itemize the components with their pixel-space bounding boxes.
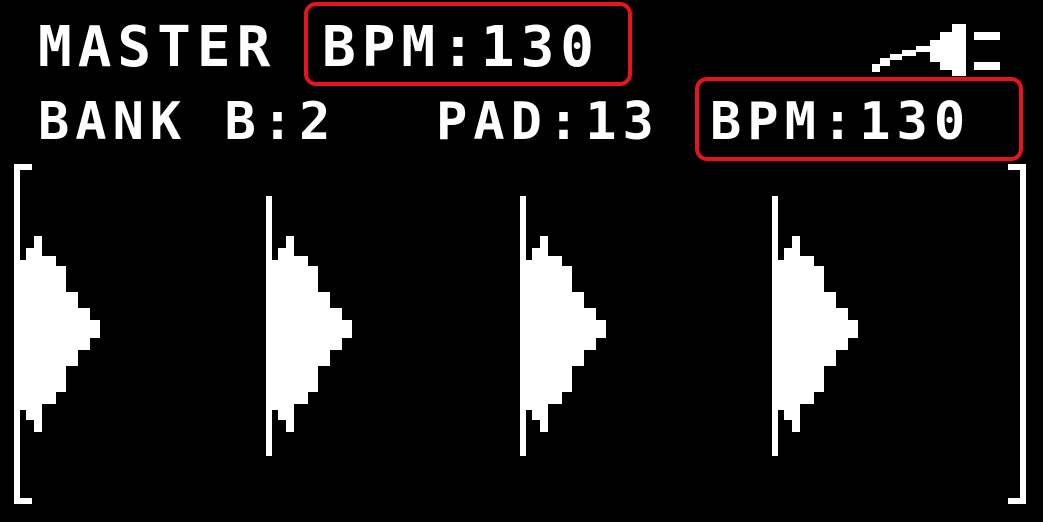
pad-bpm-highlight	[695, 77, 1023, 161]
sample-waveform	[14, 164, 1026, 504]
waveform-burst-2	[266, 196, 352, 456]
bank-label: BANK B:2	[38, 92, 337, 152]
pad-label: PAD:13	[436, 92, 660, 152]
waveform-burst-1	[14, 196, 100, 456]
waveform-right-bracket	[1008, 164, 1026, 504]
waveform-burst-4	[772, 196, 858, 456]
master-label: MASTER	[38, 15, 277, 80]
power-plug-icon	[872, 24, 1000, 76]
master-bpm-highlight	[304, 2, 632, 86]
waveform-burst-3	[520, 196, 606, 456]
